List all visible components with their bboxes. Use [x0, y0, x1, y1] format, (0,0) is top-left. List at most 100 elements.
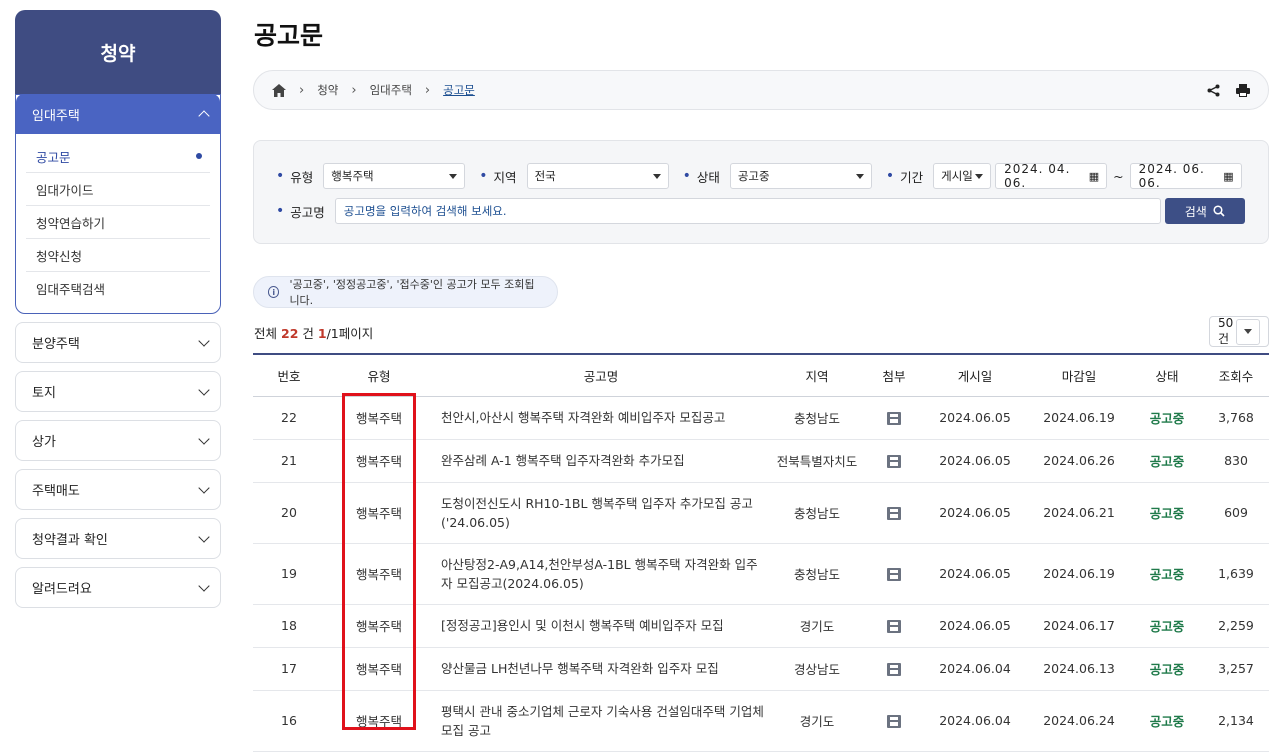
file-icon[interactable]	[887, 412, 901, 425]
row-number: 16	[253, 690, 325, 752]
row-posted-date: 2024.06.05	[923, 439, 1027, 483]
row-notice-link[interactable]: 양산물금 LH천년나무 행복주택 자격완화 입주자 모집	[433, 647, 769, 691]
filter-label-name: • 공고명	[276, 203, 325, 220]
sidebar-section-rental: 임대주택 공고문 임대가이드 청약연습하기 청약신청 임대주택검색	[15, 94, 221, 314]
row-posted-date: 2024.06.05	[923, 604, 1027, 648]
share-icon[interactable]	[1207, 84, 1220, 97]
col-header-posted: 게시일	[923, 353, 1027, 397]
row-attachment[interactable]	[865, 647, 923, 691]
print-icon[interactable]	[1236, 83, 1250, 97]
col-header-deadline: 마감일	[1027, 353, 1131, 397]
row-number: 17	[253, 647, 325, 691]
chevron-right-icon: ›	[351, 82, 357, 98]
sidebar-subitem-practice[interactable]: 청약연습하기	[26, 206, 210, 239]
date-from-input[interactable]: 2024. 04. 06. ▦	[995, 162, 1108, 190]
breadcrumb-item[interactable]: 임대주택	[370, 82, 412, 98]
dropdown-arrow-icon	[855, 173, 864, 179]
search-icon	[1213, 205, 1225, 217]
sidebar-subitem-apply[interactable]: 청약신청	[26, 239, 210, 272]
sidebar-item-land[interactable]: 토지	[15, 371, 221, 412]
table-row[interactable]: 22 행복주택 천안시,아산시 행복주택 자격완화 예비입주자 모집공고 충청남도 20…	[253, 396, 1269, 440]
row-notice-link[interactable]: 평택시 관내 중소기업체 근로자 기숙사용 건설임대주택 기업체 모집 공고	[433, 690, 769, 752]
row-notice-link[interactable]: 도청이전신도시 RH10-1BL 행복주택 입주자 추가모집 공고 ('24.0…	[433, 482, 769, 544]
breadcrumb-current[interactable]: 공고문	[443, 82, 475, 98]
file-icon[interactable]	[887, 663, 901, 676]
region-select[interactable]: 전국	[526, 163, 669, 189]
sidebar-subitem-guide[interactable]: 임대가이드	[26, 173, 210, 206]
row-number: 21	[253, 439, 325, 483]
notice-name-input[interactable]: 공고명을 입력하여 검색해 보세요.	[334, 198, 1161, 224]
row-notice-link[interactable]: 아산탕정2-A9,A14,천안부성A-1BL 행복주택 자격완화 입주자 모집공…	[433, 543, 769, 605]
date-to-input[interactable]: 2024. 06. 06. ▦	[1129, 162, 1242, 190]
row-type: 행복주택	[325, 482, 433, 544]
search-button-label: 검색	[1184, 204, 1207, 219]
row-attachment[interactable]	[865, 543, 923, 605]
row-attachment[interactable]	[865, 604, 923, 648]
row-number: 20	[253, 482, 325, 544]
row-attachment[interactable]	[865, 439, 923, 483]
row-posted-date: 2024.06.04	[923, 647, 1027, 691]
sidebar-item-sale[interactable]: 분양주택	[15, 322, 221, 363]
row-views: 830	[1203, 439, 1269, 483]
table-row[interactable]: 21 행복주택 완주삼례 A-1 행복주택 입주자격완화 추가모집 전북특별자치도 20…	[253, 439, 1269, 483]
table-row[interactable]: 19 행복주택 아산탕정2-A9,A14,천안부성A-1BL 행복주택 자격완화 입…	[253, 543, 1269, 605]
type-select[interactable]: 행복주택	[323, 163, 466, 189]
row-notice-link[interactable]: [정정공고]용인시 및 이천시 행복주택 예비입주자 모집	[433, 604, 769, 648]
chevron-down-icon	[198, 579, 210, 592]
sidebar: 청약 임대주택 공고문 임대가이드 청약연습하기 청약신청 임대주택검색 분양주…	[15, 10, 221, 608]
row-views: 1,639	[1203, 543, 1269, 605]
row-views: 2,259	[1203, 604, 1269, 648]
sidebar-item-result[interactable]: 청약결과 확인	[15, 518, 221, 559]
row-status: 공고중	[1131, 482, 1203, 544]
col-header-views: 조회수	[1203, 353, 1269, 397]
row-notice-link[interactable]: 완주삼례 A-1 행복주택 입주자격완화 추가모집	[433, 439, 769, 483]
breadcrumb-item[interactable]: 청약	[317, 82, 338, 98]
table-row[interactable]: 20 행복주택 도청이전신도시 RH10-1BL 행복주택 입주자 추가모집 공고 …	[253, 482, 1269, 544]
file-icon[interactable]	[887, 715, 901, 728]
row-views: 3,768	[1203, 396, 1269, 440]
row-region: 충청남도	[769, 396, 865, 440]
sidebar-item-label: 토지	[32, 386, 56, 401]
sidebar-subitem-notice[interactable]: 공고문	[26, 140, 210, 173]
row-region: 경기도	[769, 690, 865, 752]
filter-label-type: • 유형	[276, 168, 314, 185]
sidebar-subitem-label: 임대가이드	[36, 182, 94, 198]
file-icon[interactable]	[887, 568, 901, 581]
search-button[interactable]: 검색	[1164, 198, 1245, 224]
chevron-right-icon: ›	[424, 82, 431, 98]
row-number: 19	[253, 543, 325, 605]
sidebar-subitem-search[interactable]: 임대주택검색	[26, 272, 210, 305]
sidebar-item-house-sale[interactable]: 주택매도	[15, 469, 221, 510]
table-header: 번호 유형 공고명 지역 첨부 게시일 마감일 상태 조회수	[253, 353, 1269, 397]
page-size-select[interactable]: 50건	[1209, 316, 1269, 347]
row-type: 행복주택	[325, 690, 433, 752]
sidebar-item-label: 임대주택	[32, 108, 80, 124]
row-attachment[interactable]	[865, 482, 923, 544]
status-select[interactable]: 공고중	[729, 163, 872, 189]
chevron-up-icon	[198, 110, 210, 122]
row-deadline-date: 2024.06.21	[1027, 482, 1131, 544]
sidebar-item-label: 주택매도	[32, 484, 80, 499]
row-region: 전북특별자치도	[769, 439, 865, 483]
row-attachment[interactable]	[865, 396, 923, 440]
table-row[interactable]: 17 행복주택 양산물금 LH천년나무 행복주택 자격완화 입주자 모집 경상남도 20…	[253, 647, 1269, 691]
sidebar-item-news[interactable]: 알려드려요	[15, 567, 221, 608]
period-type-select[interactable]: 게시일	[933, 163, 992, 189]
table-row[interactable]: 18 행복주택 [정정공고]용인시 및 이천시 행복주택 예비입주자 모집 경기도 20…	[253, 604, 1269, 648]
sidebar-item-store[interactable]: 상가	[15, 420, 221, 461]
row-status: 공고중	[1131, 396, 1203, 440]
sidebar-item-rental[interactable]: 임대주택	[16, 94, 220, 134]
chevron-down-icon	[198, 383, 210, 396]
row-attachment[interactable]	[865, 690, 923, 752]
file-icon[interactable]	[887, 507, 901, 520]
file-icon[interactable]	[887, 455, 901, 468]
file-icon[interactable]	[887, 620, 901, 633]
row-deadline-date: 2024.06.19	[1027, 543, 1131, 605]
table-row[interactable]: 16 행복주택 평택시 관내 중소기업체 근로자 기숙사용 건설임대주택 기업체 모…	[253, 690, 1269, 752]
sidebar-item-label: 알려드려요	[32, 582, 92, 597]
sidebar-item-label: 상가	[32, 435, 56, 450]
home-icon[interactable]	[272, 83, 286, 97]
row-status: 공고중	[1131, 543, 1203, 605]
info-icon: i	[268, 286, 280, 298]
row-notice-link[interactable]: 천안시,아산시 행복주택 자격완화 예비입주자 모집공고	[433, 396, 769, 440]
